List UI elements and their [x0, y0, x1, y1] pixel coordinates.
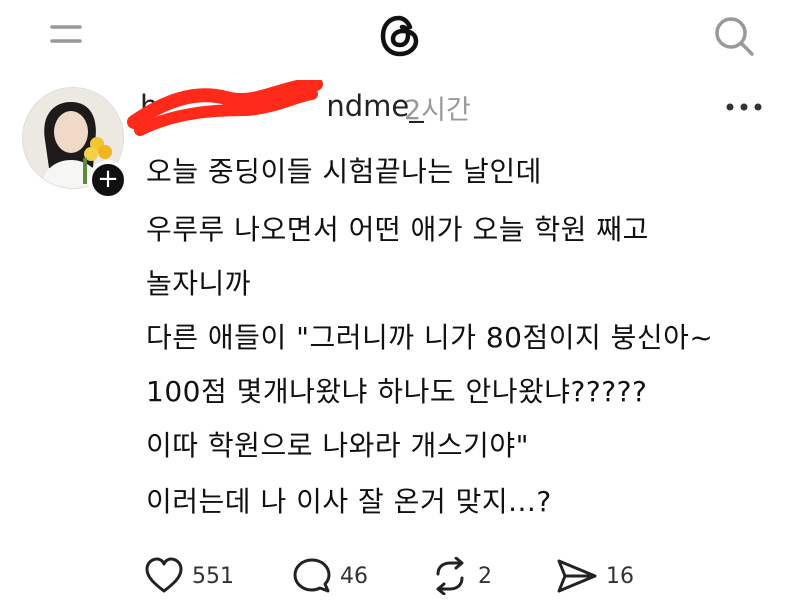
- search-icon: [715, 17, 754, 56]
- hamburger-icon: [50, 25, 82, 43]
- post-text-line: 이러는데 나 이사 잘 온거 맞지...?: [146, 485, 552, 518]
- post-text-line: 이따 학원으로 나와라 개스기야": [146, 429, 529, 462]
- post-timestamp: 2시간: [404, 95, 471, 126]
- heart-icon: [145, 557, 183, 593]
- post-text-line: 오늘 중딩이들 시험끝나는 날인데: [146, 155, 542, 188]
- threads-logo-icon: [380, 15, 419, 57]
- redaction-scribble: [126, 77, 326, 136]
- reply-count: 46: [340, 563, 368, 589]
- repost-count: 2: [478, 563, 492, 589]
- reply-button[interactable]: 46: [292, 556, 368, 596]
- comment-icon: [293, 558, 331, 593]
- repost-button[interactable]: 2: [430, 556, 492, 596]
- send-icon: [557, 559, 597, 593]
- more-options-button[interactable]: [724, 92, 764, 122]
- menu-button[interactable]: [46, 14, 86, 54]
- post-text-line: 우루루 나오면서 어떤 애가 오늘 학원 째고: [146, 213, 649, 246]
- share-button[interactable]: 16: [556, 556, 634, 596]
- post-text-line: 놀자니까: [146, 267, 252, 300]
- follow-button[interactable]: +: [88, 160, 128, 200]
- repost-icon: [436, 557, 464, 595]
- ellipsis-icon: [726, 103, 762, 111]
- threads-logo[interactable]: [374, 10, 426, 62]
- search-button[interactable]: [710, 12, 758, 60]
- share-count: 16: [606, 563, 634, 589]
- like-button[interactable]: 551: [144, 556, 234, 596]
- post-text-line: 다른 애들이 "그러니까 니가 80점이지 붕신아~: [146, 321, 714, 354]
- like-count: 551: [192, 563, 234, 589]
- post-text-line: 100점 몇개나왔냐 하나도 안나왔냐?????: [146, 375, 648, 408]
